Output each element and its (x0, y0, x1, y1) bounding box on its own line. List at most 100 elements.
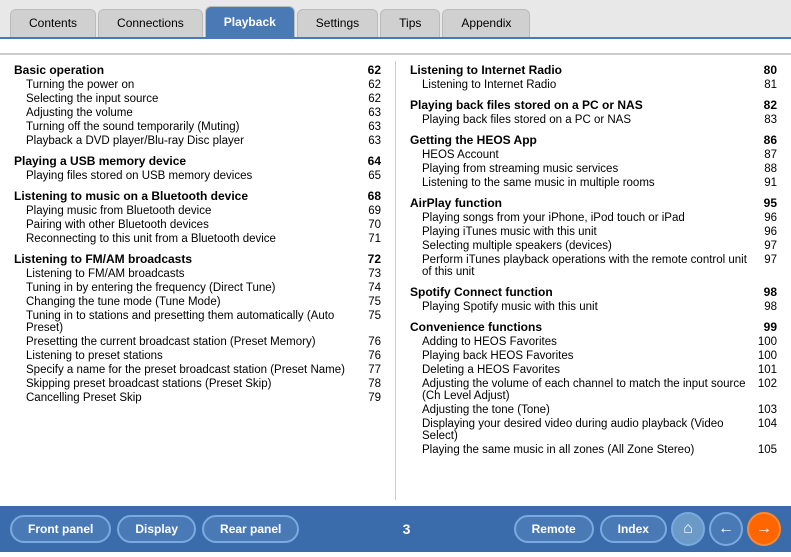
footer-btn-remote[interactable]: Remote (514, 515, 594, 543)
section-page-number: 64 (359, 154, 381, 168)
toc-entry-page: 100 (755, 336, 777, 348)
section-page-number: 68 (359, 189, 381, 203)
footer-btn-display[interactable]: Display (117, 515, 196, 543)
section-page-number: 99 (755, 320, 777, 334)
toc-entry[interactable]: Playing from streaming music services88 (410, 162, 777, 176)
toc-entry[interactable]: Turning off the sound temporarily (Mutin… (14, 120, 381, 134)
toc-entry-text: Listening to FM/AM broadcasts (26, 268, 355, 280)
section-title-text: Spotify Connect function (410, 285, 553, 299)
toc-entry-page: 96 (755, 212, 777, 224)
two-column-layout: Basic operation62Turning the power on62S… (0, 55, 791, 506)
toc-entry[interactable]: Deleting a HEOS Favorites101 (410, 363, 777, 377)
toc-entry-page: 98 (755, 301, 777, 313)
toc-entry-page: 78 (359, 378, 381, 390)
toc-entry[interactable]: Adding to HEOS Favorites100 (410, 335, 777, 349)
toc-entry[interactable]: Listening to FM/AM broadcasts73 (14, 267, 381, 281)
tab-contents[interactable]: Contents (10, 9, 96, 37)
toc-entry-page: 100 (755, 350, 777, 362)
section-title: Listening to music on a Bluetooth device… (14, 189, 381, 203)
toc-entry[interactable]: Turning the power on62 (14, 78, 381, 92)
toc-entry-text: Adjusting the volume of each channel to … (422, 378, 751, 402)
tab-tips[interactable]: Tips (380, 9, 440, 37)
toc-entry[interactable]: Displaying your desired video during aud… (410, 417, 777, 443)
toc-entry-page: 97 (755, 240, 777, 252)
section-title-text: Listening to FM/AM broadcasts (14, 252, 192, 266)
toc-entry[interactable]: Adjusting the tone (Tone)103 (410, 403, 777, 417)
toc-entry[interactable]: Playing files stored on USB memory devic… (14, 169, 381, 183)
toc-entry[interactable]: Perform iTunes playback operations with … (410, 253, 777, 279)
toc-entry[interactable]: Cancelling Preset Skip 79 (14, 391, 381, 405)
section-page-number: 72 (359, 252, 381, 266)
section-title-text: Basic operation (14, 63, 104, 77)
toc-entry[interactable]: Playing Spotify music with this unit98 (410, 300, 777, 314)
toc-entry[interactable]: Playing iTunes music with this unit96 (410, 225, 777, 239)
toc-entry-text: Listening to Internet Radio (422, 79, 751, 91)
toc-entry[interactable]: Playing the same music in all zones (All… (410, 443, 777, 457)
toc-entry-text: Playing files stored on USB memory devic… (26, 170, 355, 182)
home-button[interactable]: ⌂ (671, 512, 705, 546)
page-title (0, 39, 791, 55)
toc-entry[interactable]: Listening to Internet Radio81 (410, 78, 777, 92)
toc-entry[interactable]: Playing back files stored on a PC or NAS… (410, 113, 777, 127)
toc-entry-page: 83 (755, 114, 777, 126)
toc-entry[interactable]: Playing songs from your iPhone, iPod tou… (410, 211, 777, 225)
toc-entry[interactable]: Selecting multiple speakers (devices) 97 (410, 239, 777, 253)
section-title-text: Listening to Internet Radio (410, 63, 562, 77)
toc-entry[interactable]: Selecting the input source62 (14, 92, 381, 106)
toc-entry-text: Tuning in by entering the frequency (Dir… (26, 282, 355, 294)
toc-entry[interactable]: Playing music from Bluetooth device69 (14, 204, 381, 218)
footer-btn-front-panel[interactable]: Front panel (10, 515, 111, 543)
toc-entry[interactable]: Listening to preset stations76 (14, 349, 381, 363)
toc-entry-page: 104 (755, 418, 777, 442)
toc-entry[interactable]: Skipping preset broadcast stations (Pres… (14, 377, 381, 391)
toc-entry-page: 102 (755, 378, 777, 402)
tab-appendix[interactable]: Appendix (442, 9, 530, 37)
footer-btn-rear-panel[interactable]: Rear panel (202, 515, 299, 543)
tab-connections[interactable]: Connections (98, 9, 203, 37)
toc-entry-text: Playing the same music in all zones (All… (422, 444, 751, 456)
section-title: AirPlay function95 (410, 196, 777, 210)
section-title-text: Listening to music on a Bluetooth device (14, 189, 248, 203)
toc-entry[interactable]: Listening to the same music in multiple … (410, 176, 777, 190)
section-page-number: 98 (755, 285, 777, 299)
toc-entry-page: 71 (359, 233, 381, 245)
page-number: 3 (403, 521, 411, 537)
section-title: Spotify Connect function 98 (410, 285, 777, 299)
footer-right-area: RemoteIndex ⌂ ← → (514, 512, 781, 546)
toc-entry[interactable]: Reconnecting to this unit from a Bluetoo… (14, 232, 381, 246)
toc-entry-page: 96 (755, 226, 777, 238)
next-button[interactable]: → (747, 512, 781, 546)
toc-entry[interactable]: Specify a name for the preset broadcast … (14, 363, 381, 377)
section-title-text: Getting the HEOS App (410, 133, 537, 147)
toc-entry-page: 91 (755, 177, 777, 189)
toc-entry[interactable]: Adjusting the volume63 (14, 106, 381, 120)
section-page-number: 86 (755, 133, 777, 147)
toc-entry-text: Playing from streaming music services (422, 163, 751, 175)
footer-right-buttons: RemoteIndex (514, 515, 667, 543)
section-title: Playing a USB memory device64 (14, 154, 381, 168)
prev-button[interactable]: ← (709, 512, 743, 546)
toc-entry[interactable]: Changing the tune mode (Tune Mode)75 (14, 295, 381, 309)
toc-entry[interactable]: Adjusting the volume of each channel to … (410, 377, 777, 403)
toc-entry-page: 63 (359, 135, 381, 147)
toc-entry-text: Selecting multiple speakers (devices) (422, 240, 751, 252)
toc-entry[interactable]: Tuning in to stations and presetting the… (14, 309, 381, 335)
toc-entry-text: Playback a DVD player/Blu-ray Disc playe… (26, 135, 355, 147)
toc-entry[interactable]: Playing back HEOS Favorites100 (410, 349, 777, 363)
toc-entry[interactable]: Playback a DVD player/Blu-ray Disc playe… (14, 134, 381, 148)
toc-entry-page: 75 (359, 310, 381, 334)
toc-entry-text: Cancelling Preset Skip (26, 392, 355, 404)
section-title-text: Convenience functions (410, 320, 542, 334)
toc-entry-page: 62 (359, 93, 381, 105)
section-page-number: 82 (755, 98, 777, 112)
toc-entry[interactable]: Pairing with other Bluetooth devices70 (14, 218, 381, 232)
toc-entry[interactable]: Tuning in by entering the frequency (Dir… (14, 281, 381, 295)
toc-entry-page: 79 (359, 392, 381, 404)
footer-btn-index[interactable]: Index (600, 515, 667, 543)
toc-entry-text: Playing songs from your iPhone, iPod tou… (422, 212, 751, 224)
toc-entry[interactable]: HEOS Account87 (410, 148, 777, 162)
tab-playback[interactable]: Playback (205, 6, 295, 37)
toc-entry[interactable]: Presetting the current broadcast station… (14, 335, 381, 349)
toc-entry-text: Adjusting the tone (Tone) (422, 404, 751, 416)
tab-settings[interactable]: Settings (297, 9, 378, 37)
